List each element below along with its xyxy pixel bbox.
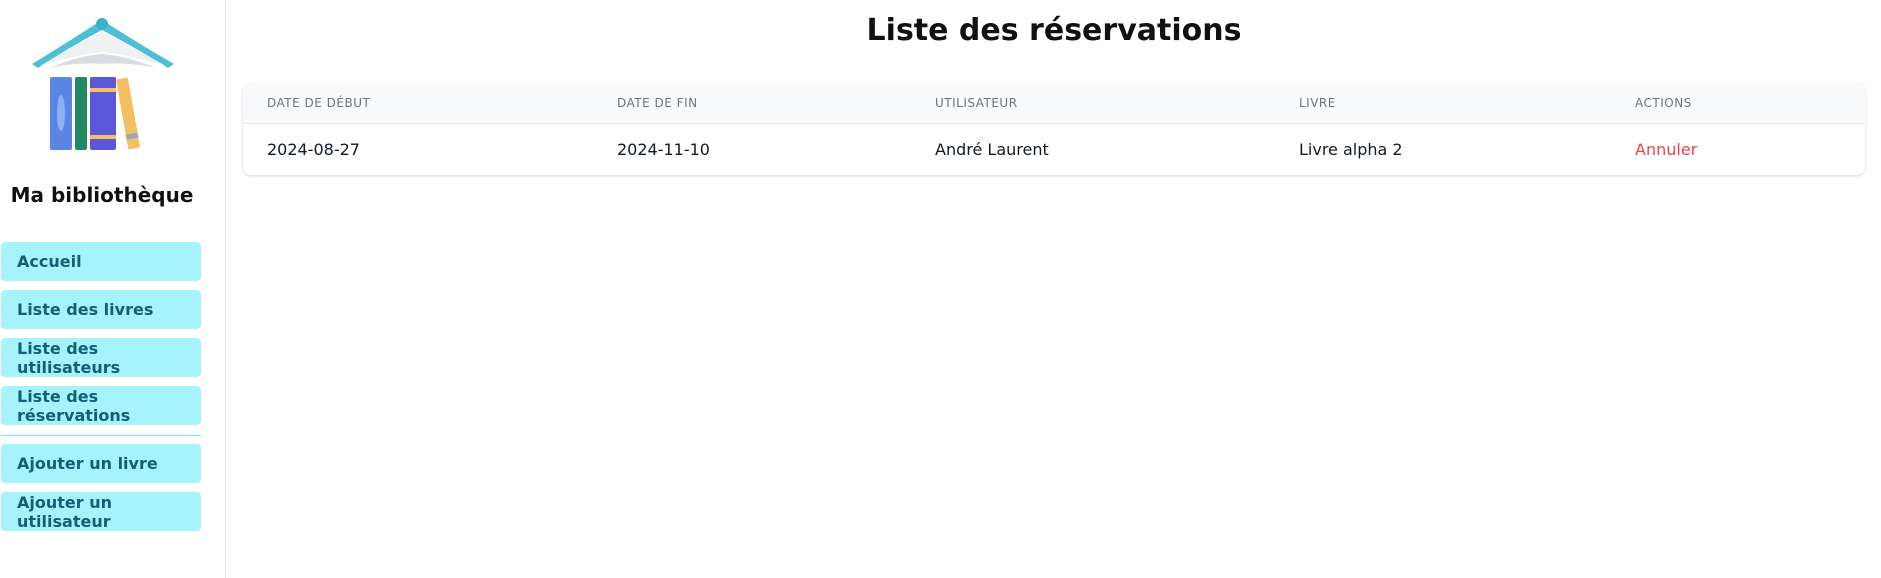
column-header-utilisateur: Utilisateur	[935, 96, 1018, 110]
nav-liste-utilisateurs[interactable]: Liste des utilisateurs	[1, 338, 201, 377]
page-title: Liste des réservations	[866, 13, 1242, 48]
column-header-livre: Livre	[1299, 96, 1336, 110]
nav-ajouter-utilisateur[interactable]: Ajouter un utilisateur	[1, 492, 201, 531]
cell-livre: Livre alpha 2	[1299, 140, 1403, 159]
main-content: Liste des réservations Date de début Dat…	[227, 0, 1881, 578]
reservations-table: Date de début Date de fin Utilisateur Li…	[243, 83, 1865, 175]
nav-accueil[interactable]: Accueil	[1, 242, 201, 281]
nav-ajouter-livre[interactable]: Ajouter un livre	[1, 444, 201, 483]
table-header: Date de début Date de fin Utilisateur Li…	[243, 83, 1865, 124]
nav-liste-reservations[interactable]: Liste des réservations	[1, 386, 201, 425]
library-logo-icon	[32, 18, 174, 150]
sidebar: Ma bibliothèque Accueil Liste des livres…	[0, 0, 226, 578]
column-header-date-debut: Date de début	[267, 96, 371, 110]
column-header-date-fin: Date de fin	[617, 96, 698, 110]
brand-title: Ma bibliothèque	[10, 183, 194, 207]
table-row: 2024-08-27 2024-11-10 André Laurent Livr…	[243, 124, 1865, 175]
cell-date-debut: 2024-08-27	[267, 140, 360, 159]
cell-utilisateur: André Laurent	[935, 140, 1049, 159]
nav-divider	[1, 435, 201, 436]
nav-liste-livres[interactable]: Liste des livres	[1, 290, 201, 329]
column-header-actions: Actions	[1635, 96, 1692, 110]
cancel-reservation-link[interactable]: Annuler	[1635, 124, 1697, 175]
cell-date-fin: 2024-11-10	[617, 140, 710, 159]
